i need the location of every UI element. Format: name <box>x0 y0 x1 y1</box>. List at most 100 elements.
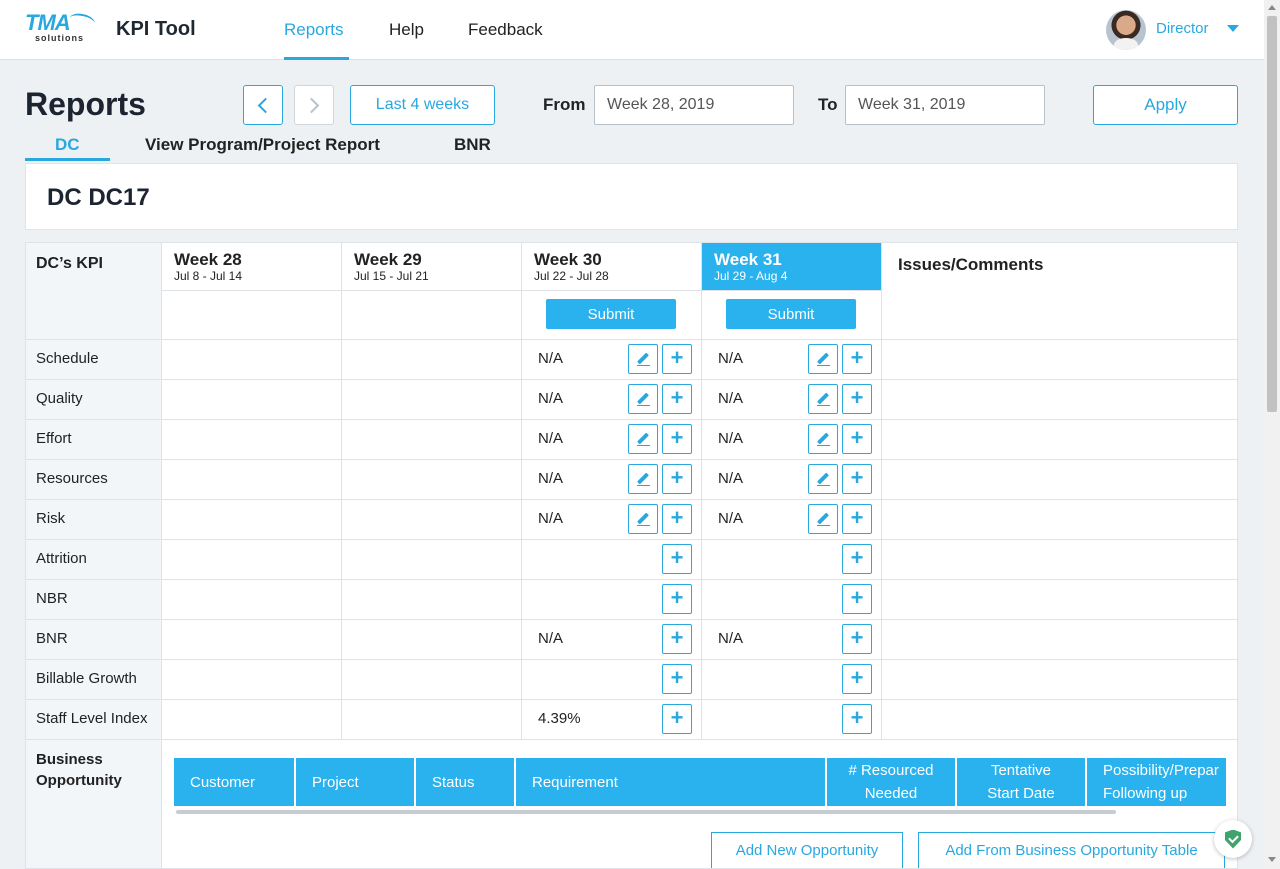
kpi-value-w30: N/A <box>538 350 564 367</box>
add-kpi-button[interactable]: + <box>662 384 692 414</box>
add-from-opportunity-table-button[interactable]: Add From Business Opportunity Table <box>918 832 1225 868</box>
column-customer[interactable]: Customer <box>174 758 296 806</box>
last-4-weeks-button[interactable]: Last 4 weeks <box>350 85 495 125</box>
column-requirement[interactable]: Requirement <box>516 758 827 806</box>
edit-kpi-button[interactable] <box>628 384 658 414</box>
tma-logo[interactable]: TMA solutions <box>25 10 97 46</box>
kpi-row-label: Schedule <box>36 350 99 367</box>
add-kpi-button[interactable]: + <box>842 704 872 734</box>
to-week-input[interactable] <box>845 85 1045 125</box>
nav-help[interactable]: Help <box>389 20 424 40</box>
grid-divider <box>521 243 522 740</box>
nav-reports[interactable]: Reports <box>284 20 344 40</box>
grid-divider <box>26 339 1237 340</box>
kpi-row-label: Attrition <box>36 550 87 567</box>
business-opportunity-label: Business Opportunity <box>36 751 122 789</box>
add-kpi-button[interactable]: + <box>842 664 872 694</box>
edit-pencil-icon <box>816 513 830 526</box>
add-kpi-button[interactable]: + <box>842 384 872 414</box>
plus-icon: + <box>850 545 864 570</box>
plus-icon: + <box>850 625 864 650</box>
add-kpi-button[interactable]: + <box>662 504 692 534</box>
add-kpi-button[interactable]: + <box>662 464 692 494</box>
add-kpi-button[interactable]: + <box>662 664 692 694</box>
edit-kpi-button[interactable] <box>808 424 838 454</box>
apply-button[interactable]: Apply <box>1093 85 1238 125</box>
caret-down-icon[interactable] <box>1227 25 1239 32</box>
grid-divider <box>26 579 1237 580</box>
submit-week-30-button[interactable]: Submit <box>546 299 676 329</box>
add-kpi-button[interactable]: + <box>842 624 872 654</box>
plus-icon: + <box>850 465 864 490</box>
week-title: Week 30 <box>534 250 602 269</box>
security-badge[interactable] <box>1214 820 1252 858</box>
plus-icon: + <box>850 585 864 610</box>
column-possibility-following-up[interactable]: Possibility/Prepar Following up <box>1087 758 1226 806</box>
plus-icon: + <box>850 665 864 690</box>
next-week-button[interactable] <box>294 85 334 125</box>
kpi-row-label: BNR <box>36 630 68 647</box>
scroll-down-arrow-icon[interactable] <box>1268 857 1276 862</box>
top-nav-bar: TMA solutions KPI Tool Reports Help Feed… <box>0 0 1264 60</box>
tab-bnr[interactable]: BNR <box>454 135 491 155</box>
column-project[interactable]: Project <box>296 758 416 806</box>
business-opportunity-table-header: Customer Project Status Requirement # Re… <box>174 758 1226 806</box>
kpi-value-w31: N/A <box>718 390 744 407</box>
add-kpi-button[interactable]: + <box>662 624 692 654</box>
column-tentative-start-date[interactable]: Tentative Start Date <box>957 758 1087 806</box>
edit-kpi-button[interactable] <box>808 464 838 494</box>
plus-icon: + <box>670 585 684 610</box>
table-horizontal-scrollbar[interactable] <box>176 810 1116 814</box>
add-kpi-button[interactable]: + <box>662 344 692 374</box>
kpi-row-label: Resources <box>36 470 108 487</box>
edit-kpi-button[interactable] <box>628 504 658 534</box>
add-kpi-button[interactable]: + <box>842 584 872 614</box>
from-week-input[interactable] <box>594 85 794 125</box>
column-resourced-needed[interactable]: # Resourced Needed <box>827 758 957 806</box>
kpi-grid: DC’s KPI Week 28 Jul 8 - Jul 14 Week 29 … <box>25 242 1238 869</box>
issues-comments-header: Issues/Comments <box>898 255 1044 274</box>
user-role-dropdown[interactable]: Director <box>1156 20 1209 37</box>
add-new-opportunity-button[interactable]: Add New Opportunity <box>711 832 903 868</box>
logo-arc-icon <box>67 11 97 31</box>
add-kpi-button[interactable]: + <box>662 544 692 574</box>
week-30-header: Week 30 Jul 22 - Jul 28 <box>522 243 702 290</box>
tab-dc[interactable]: DC <box>55 135 80 155</box>
page-scrollbar[interactable] <box>1264 0 1280 869</box>
scroll-thumb[interactable] <box>1267 16 1277 412</box>
grid-divider <box>26 659 1237 660</box>
scroll-up-arrow-icon[interactable] <box>1268 5 1276 10</box>
dc-title: DC DC17 <box>47 184 150 211</box>
edit-pencil-icon <box>816 353 830 366</box>
tab-program-project-report[interactable]: View Program/Project Report <box>145 135 380 155</box>
edit-kpi-button[interactable] <box>808 504 838 534</box>
edit-kpi-button[interactable] <box>628 424 658 454</box>
add-kpi-button[interactable]: + <box>842 424 872 454</box>
add-kpi-button[interactable]: + <box>842 504 872 534</box>
kpi-value-w30: 4.39% <box>538 710 581 727</box>
grid-divider <box>26 499 1237 500</box>
app-title: KPI Tool <box>116 18 196 40</box>
edit-pencil-icon <box>636 433 650 446</box>
add-kpi-button[interactable]: + <box>662 584 692 614</box>
edit-kpi-button[interactable] <box>628 344 658 374</box>
kpi-value-w31: N/A <box>718 630 744 647</box>
add-kpi-button[interactable]: + <box>662 424 692 454</box>
previous-week-button[interactable] <box>243 85 283 125</box>
edit-kpi-button[interactable] <box>628 464 658 494</box>
kpi-row-label: Staff Level Index <box>36 710 148 727</box>
plus-icon: + <box>670 505 684 530</box>
user-avatar[interactable] <box>1106 10 1146 50</box>
add-kpi-button[interactable]: + <box>662 704 692 734</box>
add-kpi-button[interactable]: + <box>842 344 872 374</box>
edit-kpi-button[interactable] <box>808 384 838 414</box>
plus-icon: + <box>850 425 864 450</box>
submit-week-31-button[interactable]: Submit <box>726 299 856 329</box>
add-kpi-button[interactable]: + <box>842 544 872 574</box>
plus-icon: + <box>670 705 684 730</box>
column-status[interactable]: Status <box>416 758 516 806</box>
nav-feedback[interactable]: Feedback <box>468 20 543 40</box>
edit-kpi-button[interactable] <box>808 344 838 374</box>
add-kpi-button[interactable]: + <box>842 464 872 494</box>
plus-icon: + <box>670 665 684 690</box>
